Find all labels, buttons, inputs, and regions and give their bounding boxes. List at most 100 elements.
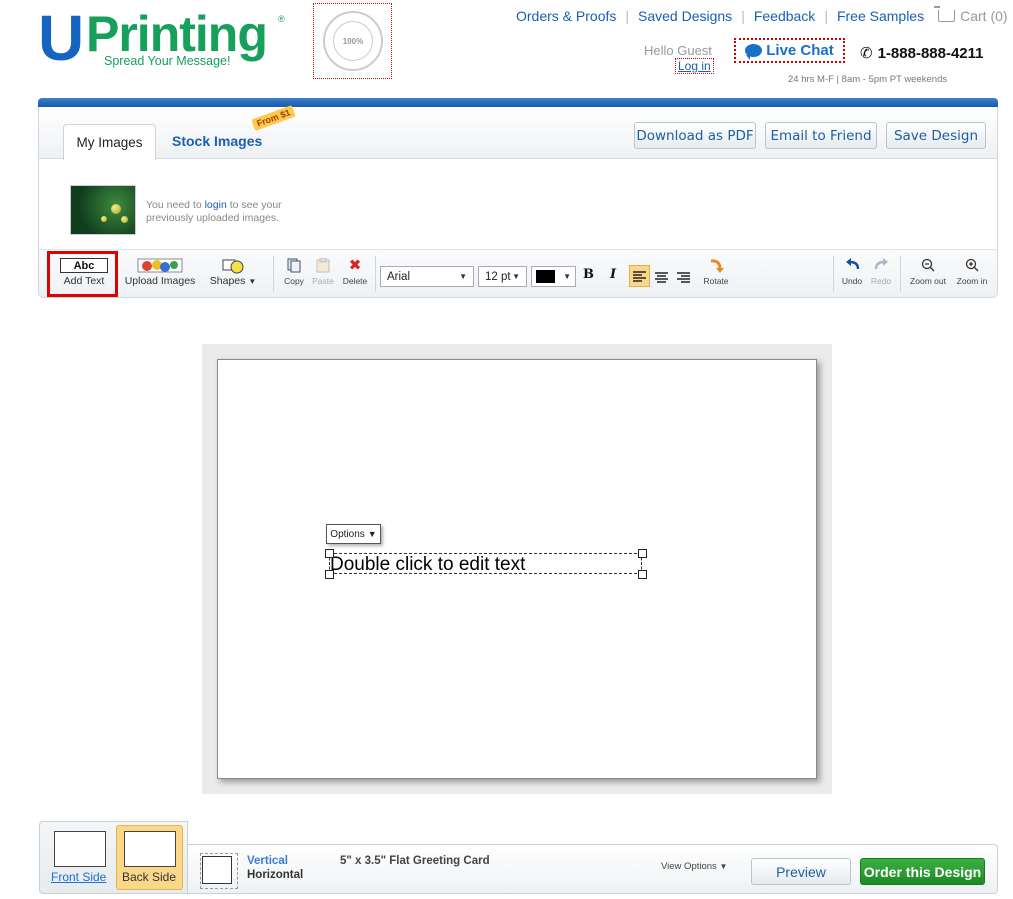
align-left-button[interactable]	[629, 265, 650, 287]
text-options-button[interactable]: Options ▼	[326, 524, 381, 544]
font-size-value: 12 pt	[485, 270, 511, 283]
zoom-out-icon	[921, 258, 935, 272]
back-side-label: Back Side	[122, 870, 177, 884]
align-right-button[interactable]	[677, 270, 690, 288]
text-element[interactable]: Double click to edit text	[329, 553, 642, 575]
chat-bubble-icon	[745, 44, 763, 60]
copy-label: Copy	[284, 276, 304, 286]
delete-label: Delete	[342, 276, 368, 286]
greeting: Hello Guest	[644, 43, 712, 58]
header-divider-bar	[38, 98, 998, 107]
phone-label: 1-888-888-4211	[877, 44, 984, 62]
color-swatch	[536, 270, 555, 283]
back-side-thumbnail[interactable]	[124, 831, 176, 867]
nav-orders-proofs[interactable]: Orders & Proofs	[516, 8, 616, 24]
login-link[interactable]: Log in	[675, 58, 714, 74]
resize-handle-top-right[interactable]	[638, 549, 647, 558]
bold-button[interactable]: B	[583, 267, 594, 282]
zoom-out-button[interactable]: Zoom out	[905, 258, 951, 286]
zoom-out-label: Zoom out	[910, 276, 946, 286]
chevron-down-icon: ▼	[459, 272, 467, 281]
zoom-in-button[interactable]: Zoom in	[952, 258, 992, 286]
orientation-horizontal[interactable]: Horizontal	[247, 869, 303, 881]
save-design-button[interactable]: Save Design	[886, 122, 986, 149]
logo-letter: U	[38, 2, 85, 74]
seal-center: 100%	[333, 21, 373, 61]
add-text-icon: Abc	[60, 258, 108, 273]
login-message-link[interactable]: login	[205, 199, 227, 211]
font-size-select[interactable]: 12 pt ▼	[478, 266, 527, 287]
front-side-link[interactable]: Front Side	[51, 870, 106, 884]
upload-images-button[interactable]: Upload Images	[121, 258, 199, 287]
zoom-in-label: Zoom in	[956, 276, 988, 286]
logo-tagline: Spread Your Message!	[104, 54, 231, 68]
chevron-down-icon: ▼	[512, 272, 520, 281]
nav-separator: |	[625, 8, 630, 24]
text-color-picker[interactable]: ▼	[531, 266, 576, 287]
cart-link[interactable]: Cart (0)	[934, 6, 1008, 24]
cart-icon	[934, 6, 956, 22]
resize-handle-top-left[interactable]	[325, 549, 334, 558]
options-label: Options	[330, 528, 365, 540]
uprinting-logo[interactable]: U Printing ® Spread Your Message!	[38, 6, 298, 72]
undo-icon	[845, 258, 859, 270]
rotate-label: Rotate	[703, 276, 729, 286]
chevron-down-icon: ▼	[719, 862, 728, 871]
resize-handle-bottom-left[interactable]	[325, 570, 334, 579]
live-chat-label: Live Chat	[766, 42, 834, 59]
view-options-label: View Options	[661, 861, 717, 872]
toolbar-separator	[273, 256, 274, 292]
orientation-vertical[interactable]: Vertical	[247, 855, 288, 867]
ornament-icon	[121, 216, 128, 223]
rotate-icon	[710, 259, 724, 273]
toolbar-separator	[375, 256, 376, 292]
redo-label: Redo	[870, 276, 892, 286]
ornament-icon	[111, 204, 121, 214]
shapes-button[interactable]: Shapes ▼	[207, 258, 259, 287]
login-message: You need to login to see your previously…	[146, 199, 306, 225]
live-chat-button[interactable]: Live Chat	[734, 38, 845, 63]
logo-word: Printing	[86, 6, 268, 62]
order-design-button[interactable]: Order this Design	[860, 858, 985, 885]
view-options-dropdown[interactable]: View Options ▼	[661, 861, 727, 872]
phone-icon: ✆	[860, 45, 873, 62]
paste-button[interactable]: Paste	[310, 258, 336, 286]
top-nav: Orders & Proofs | Saved Designs | Feedba…	[516, 6, 1008, 24]
download-pdf-button[interactable]: Download as PDF	[634, 122, 756, 149]
paste-label: Paste	[312, 276, 334, 286]
nav-feedback[interactable]: Feedback	[754, 8, 815, 24]
italic-button[interactable]: I	[610, 267, 616, 282]
front-side-thumbnail[interactable]	[54, 831, 106, 867]
add-text-button[interactable]: Abc Add Text	[56, 258, 112, 287]
orientation-icon	[200, 853, 238, 889]
undo-button[interactable]: Undo	[840, 258, 864, 286]
undo-label: Undo	[841, 276, 863, 286]
email-friend-button[interactable]: Email to Friend	[765, 122, 877, 149]
preview-button[interactable]: Preview	[751, 858, 851, 885]
delete-icon: ✖	[348, 257, 362, 274]
copy-button[interactable]: Copy	[282, 258, 306, 286]
upload-images-label: Upload Images	[124, 275, 196, 287]
tab-my-images[interactable]: My Images	[63, 124, 156, 160]
delete-button[interactable]: ✖ Delete	[340, 258, 370, 286]
support-hours: 24 hrs M-F | 8am - 5pm PT weekends	[788, 74, 948, 85]
login-message-pre: You need to	[146, 199, 202, 211]
cart-label: Cart (0)	[960, 8, 1008, 24]
paste-icon	[316, 258, 330, 273]
align-left-icon	[633, 270, 646, 282]
chevron-down-icon: ▼	[367, 529, 377, 539]
redo-button[interactable]: Redo	[869, 258, 893, 286]
font-family-select[interactable]: Arial ▼	[380, 266, 474, 287]
align-right-icon	[677, 272, 690, 283]
nav-saved-designs[interactable]: Saved Designs	[638, 8, 732, 24]
resize-handle-bottom-right[interactable]	[638, 570, 647, 579]
nav-free-samples[interactable]: Free Samples	[837, 8, 924, 24]
zoom-in-icon	[965, 258, 979, 272]
tab-stock-images[interactable]: Stock Images	[172, 133, 262, 149]
rotate-button[interactable]: Rotate	[700, 258, 732, 286]
align-center-button[interactable]	[655, 270, 668, 288]
image-thumbnail[interactable]	[70, 185, 136, 235]
shapes-icon	[222, 259, 244, 274]
ornament-icon	[101, 216, 107, 222]
seal-ring-icon: 100%	[323, 11, 383, 71]
